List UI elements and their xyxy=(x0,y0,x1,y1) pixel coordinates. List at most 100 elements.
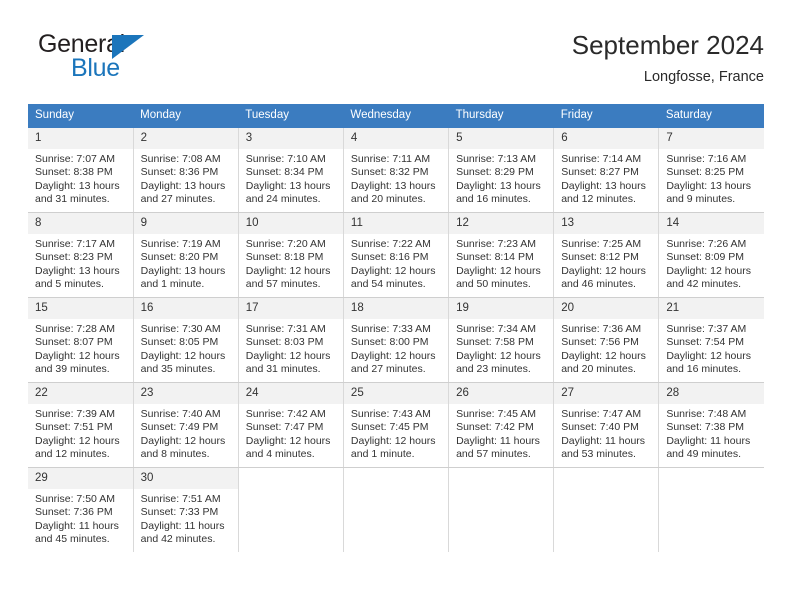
sunrise-text: Sunrise: 7:37 AM xyxy=(666,323,747,335)
daylight-text-line2: and 24 minutes. xyxy=(245,193,321,206)
title-block: September 2024 Longfosse, France xyxy=(572,28,764,87)
day-number: 23 xyxy=(133,383,238,404)
sunrise-text: Sunrise: 7:42 AM xyxy=(245,408,326,420)
daylight-text-line2: and 53 minutes. xyxy=(561,448,636,461)
daylight-text-line1: Daylight: 12 hours xyxy=(456,264,541,277)
day-details: Sunrise: 7:10 AM Sunset: 8:34 PM Daylight:… xyxy=(239,149,343,207)
calendar-cell-empty xyxy=(343,467,450,552)
day-number: 30 xyxy=(133,468,238,489)
brand-logo[interactable]: General Blue xyxy=(38,30,178,88)
calendar-day-cell[interactable]: 26 Sunrise: 7:45 AM Sunset: 7:42 PM Dayligh… xyxy=(448,382,555,468)
calendar-day-cell[interactable]: 25 Sunrise: 7:43 AM Sunset: 7:45 PM Dayligh… xyxy=(343,382,450,468)
daylight-text-line1: Daylight: 12 hours xyxy=(350,349,436,362)
calendar-day-cell[interactable]: 27 Sunrise: 7:47 AM Sunset: 7:40 PM Dayligh… xyxy=(553,382,660,468)
sunrise-text: Sunrise: 7:22 AM xyxy=(350,238,431,250)
sunset-text: Sunset: 8:18 PM xyxy=(245,251,324,264)
daylight-text-line2: and 57 minutes. xyxy=(456,448,531,461)
daylight-text-line1: Daylight: 12 hours xyxy=(561,349,646,362)
calendar-day-cell[interactable]: 5 Sunrise: 7:13 AM Sunset: 8:29 PM Daylight… xyxy=(448,128,555,213)
day-details: Sunrise: 7:08 AM Sunset: 8:36 PM Daylight:… xyxy=(134,149,238,207)
daylight-text-line2: and 45 minutes. xyxy=(35,533,110,546)
day-number: 7 xyxy=(659,128,764,149)
calendar-day-cell[interactable]: 18 Sunrise: 7:33 AM Sunset: 8:00 PM Dayligh… xyxy=(343,297,450,383)
calendar-day-cell[interactable]: 29 Sunrise: 7:50 AM Sunset: 7:36 PM Dayligh… xyxy=(28,467,134,552)
calendar-day-cell[interactable]: 10 Sunrise: 7:20 AM Sunset: 8:18 PM Dayligh… xyxy=(238,212,344,298)
day-details: Sunrise: 7:42 AM Sunset: 7:47 PM Daylight:… xyxy=(239,404,343,462)
calendar-day-cell[interactable]: 20 Sunrise: 7:36 AM Sunset: 7:56 PM Dayligh… xyxy=(553,297,660,383)
day-number: 22 xyxy=(28,383,133,404)
calendar-day-cell[interactable]: 28 Sunrise: 7:48 AM Sunset: 7:38 PM Dayligh… xyxy=(658,382,764,468)
calendar-day-cell[interactable]: 19 Sunrise: 7:34 AM Sunset: 7:58 PM Dayligh… xyxy=(448,297,555,383)
daylight-text-line1: Daylight: 11 hours xyxy=(35,519,119,532)
sunrise-text: Sunrise: 7:19 AM xyxy=(140,238,221,250)
calendar-day-cell[interactable]: 22 Sunrise: 7:39 AM Sunset: 7:51 PM Dayligh… xyxy=(28,382,134,468)
daylight-text-line1: Daylight: 13 hours xyxy=(561,179,646,192)
calendar-day-cell[interactable]: 3 Sunrise: 7:10 AM Sunset: 8:34 PM Daylight… xyxy=(238,128,344,213)
daylight-text-line1: Daylight: 12 hours xyxy=(245,264,331,277)
sunset-text: Sunset: 8:16 PM xyxy=(350,251,429,264)
day-details: Sunrise: 7:22 AM Sunset: 8:16 PM Daylight:… xyxy=(344,234,448,292)
sunrise-text: Sunrise: 7:25 AM xyxy=(561,238,642,250)
calendar-day-cell[interactable]: 1 Sunrise: 7:07 AM Sunset: 8:38 PM Daylight… xyxy=(28,128,134,213)
sunset-text: Sunset: 8:05 PM xyxy=(140,336,219,349)
calendar-day-cell[interactable]: 4 Sunrise: 7:11 AM Sunset: 8:32 PM Daylight… xyxy=(343,128,450,213)
sunrise-text: Sunrise: 7:39 AM xyxy=(35,408,115,420)
sunset-text: Sunset: 8:32 PM xyxy=(350,166,429,179)
sunrise-text: Sunrise: 7:51 AM xyxy=(140,493,221,505)
day-number: 25 xyxy=(343,383,449,404)
calendar-day-cell[interactable]: 9 Sunrise: 7:19 AM Sunset: 8:20 PM Daylight… xyxy=(133,212,239,298)
day-number: 2 xyxy=(133,128,238,149)
daylight-text-line1: Daylight: 13 hours xyxy=(456,179,541,192)
day-number: 10 xyxy=(238,213,343,234)
sunset-text: Sunset: 8:34 PM xyxy=(245,166,324,179)
daylight-text-line1: Daylight: 13 hours xyxy=(35,264,120,277)
calendar-day-cell[interactable]: 24 Sunrise: 7:42 AM Sunset: 7:47 PM Dayligh… xyxy=(238,382,344,468)
sunset-text: Sunset: 7:45 PM xyxy=(350,421,429,434)
calendar-day-cell[interactable]: 12 Sunrise: 7:23 AM Sunset: 8:14 PM Dayligh… xyxy=(448,212,555,298)
daylight-text-line2: and 31 minutes. xyxy=(245,363,321,376)
daylight-text-line2: and 5 minutes. xyxy=(35,278,104,291)
calendar-day-cell[interactable]: 21 Sunrise: 7:37 AM Sunset: 7:54 PM Dayligh… xyxy=(658,297,764,383)
day-number: 14 xyxy=(659,213,764,234)
calendar-day-cell[interactable]: 16 Sunrise: 7:30 AM Sunset: 8:05 PM Dayligh… xyxy=(133,297,239,383)
day-number: 29 xyxy=(28,468,133,489)
sunset-text: Sunset: 7:47 PM xyxy=(245,421,324,434)
calendar-day-cell[interactable]: 30 Sunrise: 7:51 AM Sunset: 7:33 PM Dayligh… xyxy=(133,467,239,552)
calendar-day-cell[interactable]: 2 Sunrise: 7:08 AM Sunset: 8:36 PM Daylight… xyxy=(133,128,239,213)
day-number: 15 xyxy=(28,298,133,319)
day-number: 18 xyxy=(343,298,449,319)
calendar-week-row: 1 Sunrise: 7:07 AM Sunset: 8:38 PM Daylight… xyxy=(28,128,764,213)
daylight-text-line1: Daylight: 13 hours xyxy=(666,179,751,192)
sunrise-text: Sunrise: 7:28 AM xyxy=(35,323,115,335)
calendar-week-row: 15 Sunrise: 7:28 AM Sunset: 8:07 PM Dayligh… xyxy=(28,297,764,383)
daylight-text-line2: and 20 minutes. xyxy=(350,193,426,206)
calendar-day-cell[interactable]: 13 Sunrise: 7:25 AM Sunset: 8:12 PM Dayligh… xyxy=(553,212,660,298)
sunset-text: Sunset: 7:51 PM xyxy=(35,421,113,434)
calendar-day-cell[interactable]: 11 Sunrise: 7:22 AM Sunset: 8:16 PM Dayligh… xyxy=(343,212,450,298)
sunrise-text: Sunrise: 7:50 AM xyxy=(35,493,115,505)
day-number: 19 xyxy=(449,298,554,319)
page-header: General Blue September 2024 Longfosse, F… xyxy=(28,28,764,96)
daylight-text-line2: and 4 minutes. xyxy=(245,448,315,461)
sunrise-text: Sunrise: 7:48 AM xyxy=(666,408,747,420)
sunrise-text: Sunrise: 7:14 AM xyxy=(561,153,642,165)
sunrise-text: Sunrise: 7:26 AM xyxy=(666,238,747,250)
day-number: 11 xyxy=(343,213,449,234)
day-details: Sunrise: 7:47 AM Sunset: 7:40 PM Daylight:… xyxy=(554,404,658,462)
daylight-text-line1: Daylight: 11 hours xyxy=(456,434,540,447)
sunset-text: Sunset: 8:38 PM xyxy=(35,166,113,179)
day-number: 17 xyxy=(238,298,343,319)
calendar-day-cell[interactable]: 8 Sunrise: 7:17 AM Sunset: 8:23 PM Daylight… xyxy=(28,212,134,298)
calendar-day-cell[interactable]: 14 Sunrise: 7:26 AM Sunset: 8:09 PM Dayligh… xyxy=(658,212,764,298)
calendar-day-cell[interactable]: 6 Sunrise: 7:14 AM Sunset: 8:27 PM Daylight… xyxy=(553,128,660,213)
calendar-day-cell[interactable]: 15 Sunrise: 7:28 AM Sunset: 8:07 PM Dayligh… xyxy=(28,297,134,383)
calendar-day-cell[interactable]: 7 Sunrise: 7:16 AM Sunset: 8:25 PM Daylight… xyxy=(658,128,764,213)
sunset-text: Sunset: 8:09 PM xyxy=(666,251,744,264)
sunset-text: Sunset: 7:36 PM xyxy=(35,506,113,519)
day-details: Sunrise: 7:16 AM Sunset: 8:25 PM Daylight:… xyxy=(659,149,764,207)
day-details: Sunrise: 7:37 AM Sunset: 7:54 PM Daylight:… xyxy=(659,319,764,377)
sunrise-text: Sunrise: 7:07 AM xyxy=(35,153,115,165)
calendar-day-cell[interactable]: 23 Sunrise: 7:40 AM Sunset: 7:49 PM Dayligh… xyxy=(133,382,239,468)
day-details: Sunrise: 7:14 AM Sunset: 8:27 PM Daylight:… xyxy=(554,149,658,207)
calendar-day-cell[interactable]: 17 Sunrise: 7:31 AM Sunset: 8:03 PM Dayligh… xyxy=(238,297,344,383)
